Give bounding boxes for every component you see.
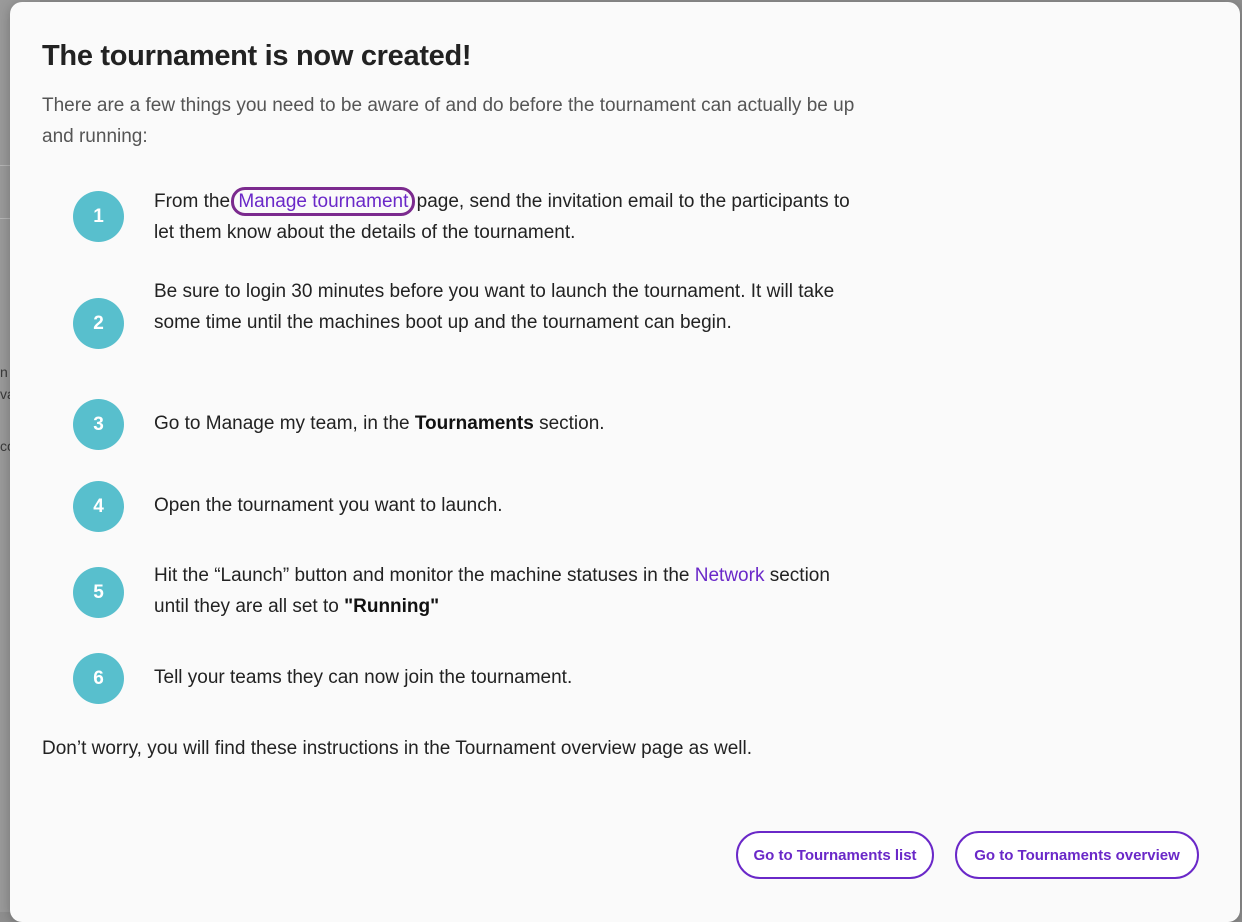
background-text-fragment: va [0,386,10,402]
step-text-part: From the [154,191,236,212]
step-text: Hit the “Launch” button and monitor the … [154,561,854,622]
modal-title: The tournament is now created! [42,40,472,72]
step-text: Open the tournament you want to launch. [154,495,503,516]
step-number-badge: 4 [73,481,124,532]
step-text: Be sure to login 30 minutes before you w… [154,281,835,333]
step-number-badge: 3 [73,399,124,450]
step-text: Go to Manage my team, in the Tournaments… [154,409,854,440]
go-to-tournaments-overview-button[interactable]: Go to Tournaments overview [955,831,1199,879]
step-text: Tell your teams they can now join the to… [154,667,573,688]
step-text: From the Manage tournament page, send th… [154,187,854,248]
step-text-part: section. [533,413,605,434]
tournament-created-modal: The tournament is now created! There are… [10,2,1240,922]
background-text-fragment: n [0,364,8,380]
step-number-badge: 2 [73,298,124,349]
modal-intro: There are a few things you need to be aw… [42,95,855,147]
step-text-bold: "Running" [344,595,440,617]
go-to-tournaments-list-button[interactable]: Go to Tournaments list [736,831,934,879]
step-number-badge: 5 [73,567,124,618]
background-text-fragment: co [0,438,10,454]
step-text-part: Hit the “Launch” button and monitor the … [154,565,695,586]
step-text-part: Go to Manage my team, in the [154,413,415,434]
network-link[interactable]: Network [695,565,765,586]
step-number-badge: 6 [73,653,124,704]
modal-footer-note: Don’t worry, you will find these instruc… [42,738,753,759]
step-number-badge: 1 [73,191,124,242]
manage-tournament-link[interactable]: Manage tournament [231,187,416,216]
step-text-bold: Tournaments [414,413,534,434]
